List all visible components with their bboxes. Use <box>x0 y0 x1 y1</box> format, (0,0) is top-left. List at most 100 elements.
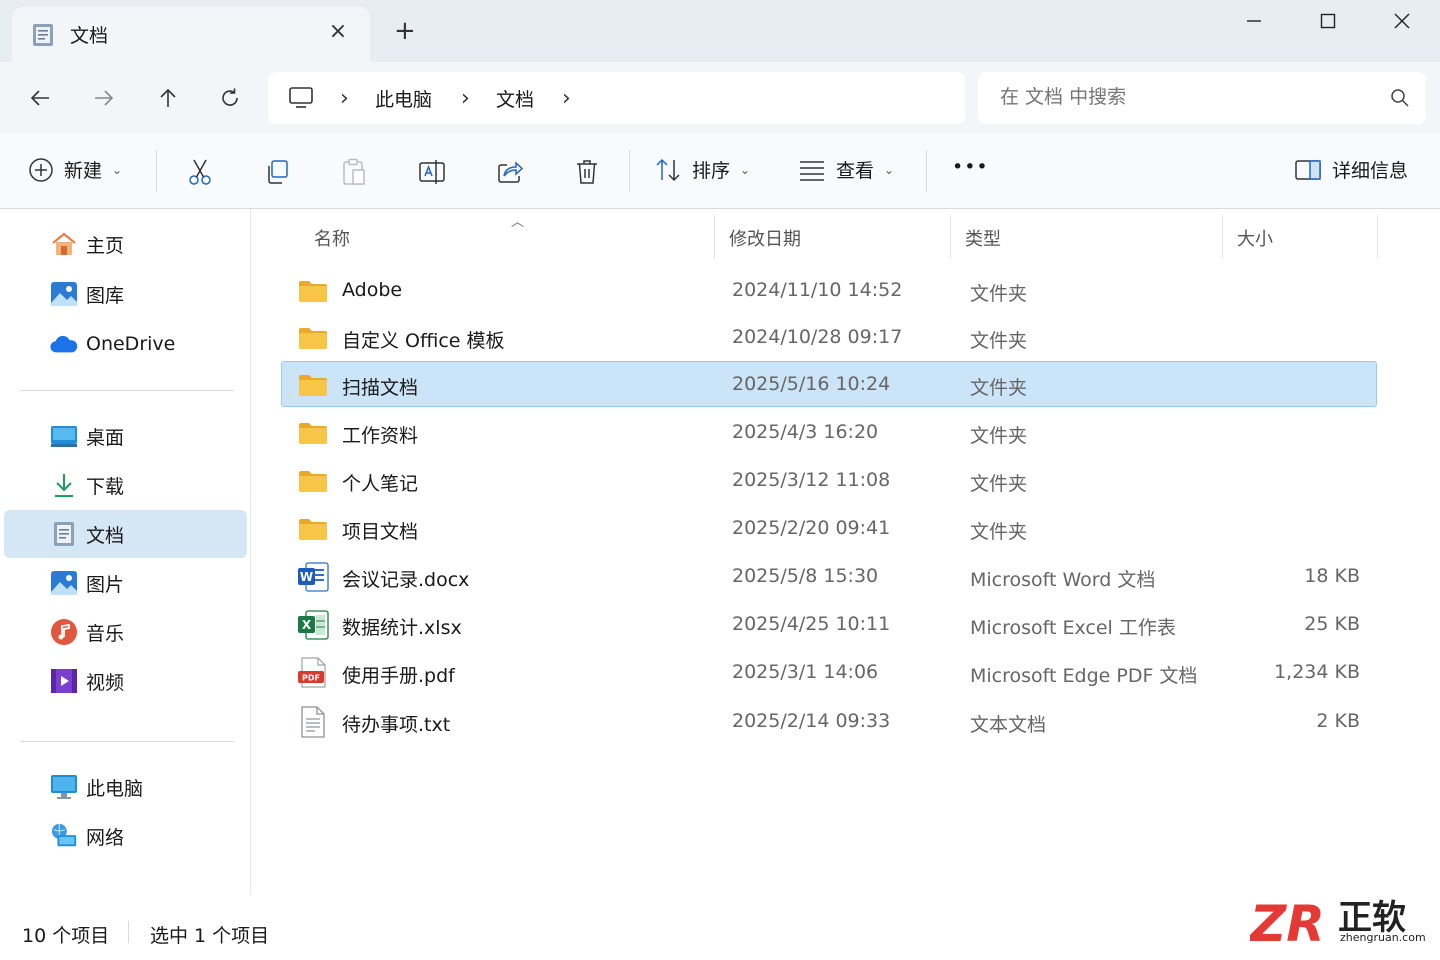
search-icon[interactable] <box>1390 88 1410 112</box>
folder-icon <box>297 514 329 544</box>
file-type: Microsoft Excel 工作表 <box>970 617 1176 639</box>
copy-icon <box>268 160 288 184</box>
file-type: Microsoft Edge PDF 文档 <box>970 665 1198 687</box>
sidebar-item-label: 桌面 <box>86 426 125 449</box>
search-input[interactable] <box>1000 86 1360 108</box>
close-window-button[interactable] <box>1382 6 1422 36</box>
tab-documents[interactable]: 文档 × <box>12 7 370 62</box>
sidebar-item-documents[interactable]: 文档 <box>4 510 247 558</box>
sidebar-item-onedrive[interactable]: OneDrive <box>4 320 247 368</box>
column-divider[interactable] <box>1222 215 1223 259</box>
sort-button[interactable]: 排序 ⌄ <box>654 156 750 183</box>
file-row[interactable]: 项目文档 2025/2/20 09:41 文件夹 <box>281 505 1377 551</box>
sidebar-item-music[interactable]: 音乐 <box>4 608 247 656</box>
share-button[interactable] <box>494 156 526 188</box>
new-tab-button[interactable]: + <box>394 18 416 44</box>
file-date: 2024/10/28 09:17 <box>732 326 903 348</box>
sort-ascending-icon: ︿ <box>511 215 525 230</box>
file-name: 工作资料 <box>342 425 419 447</box>
details-pane-button[interactable]: 详细信息 <box>1294 156 1408 183</box>
file-row[interactable]: 自定义 Office 模板 2024/10/28 09:17 文件夹 <box>281 314 1377 360</box>
file-row[interactable]: W 会议记录.docx 2025/5/8 15:30 Microsoft Wor… <box>281 553 1377 599</box>
minimize-icon <box>1247 20 1261 22</box>
sidebar-item-network[interactable]: 网络 <box>4 812 247 860</box>
file-name: 个人笔记 <box>342 473 419 495</box>
sidebar-item-videos[interactable]: 视频 <box>4 657 247 705</box>
more-options-button[interactable]: ••• <box>952 156 989 178</box>
column-divider[interactable] <box>950 215 951 259</box>
address-bar[interactable]: › 此电脑 › 文档 › <box>268 72 965 124</box>
file-type: 文件夹 <box>970 330 1028 352</box>
file-date: 2025/2/14 09:33 <box>732 710 891 732</box>
minimize-button[interactable] <box>1234 6 1274 36</box>
chevron-right-icon[interactable]: › <box>562 86 571 111</box>
file-name: 会议记录.docx <box>342 569 470 591</box>
svg-text:zhengruan.com: zhengruan.com <box>1340 931 1426 944</box>
breadcrumb-this-pc[interactable]: 此电脑 <box>375 85 432 112</box>
tab-close-button[interactable]: × <box>326 21 350 43</box>
file-row[interactable]: X 数据统计.xlsx 2025/4/25 10:11 Microsoft Ex… <box>281 601 1377 647</box>
file-row[interactable]: Adobe 2024/11/10 14:52 文件夹 <box>281 267 1377 313</box>
title-bar: 文档 × + <box>0 0 1440 62</box>
cut-button[interactable] <box>184 156 216 188</box>
file-name: 项目文档 <box>342 521 419 543</box>
paste-button[interactable] <box>338 156 370 188</box>
up-button[interactable] <box>152 82 184 114</box>
delete-button[interactable] <box>571 156 603 188</box>
column-divider[interactable] <box>714 215 715 259</box>
column-divider[interactable] <box>1377 215 1378 259</box>
breadcrumb-documents[interactable]: 文档 <box>496 85 534 112</box>
paste-icon <box>343 158 365 185</box>
refresh-button[interactable] <box>214 82 246 114</box>
chevron-right-icon[interactable]: › <box>461 86 470 111</box>
home-icon <box>50 230 78 258</box>
refresh-icon <box>222 88 238 106</box>
folder-icon <box>297 276 329 306</box>
chevron-right-icon[interactable]: › <box>340 86 349 111</box>
sidebar-item-label: 图片 <box>86 573 125 596</box>
maximize-button[interactable] <box>1308 6 1348 36</box>
file-row[interactable]: 个人笔记 2025/3/12 11:08 文件夹 <box>281 457 1377 503</box>
sidebar-item-pictures[interactable]: 图片 <box>4 559 247 607</box>
copy-button[interactable] <box>261 156 293 188</box>
sidebar-item-home[interactable]: 主页 <box>4 220 247 268</box>
sidebar-item-desktop[interactable]: 桌面 <box>4 412 247 460</box>
file-row-selected[interactable]: 扫描文档 2025/5/16 10:24 文件夹 <box>281 361 1377 407</box>
file-date: 2024/11/10 14:52 <box>732 279 903 301</box>
column-header-type[interactable]: 类型 <box>965 225 1001 251</box>
file-row[interactable]: PDF 使用手册.pdf 2025/3/1 14:06 Microsoft Ed… <box>281 649 1377 695</box>
new-button[interactable]: 新建 ⌄ <box>28 156 122 183</box>
file-type: 文件夹 <box>970 521 1028 543</box>
file-date: 2025/5/8 15:30 <box>732 565 879 587</box>
sidebar-item-downloads[interactable]: 下载 <box>4 461 247 509</box>
column-header-name[interactable]: 名称 <box>314 225 350 251</box>
details-label: 详细信息 <box>1332 160 1409 182</box>
file-name: 扫描文档 <box>342 377 419 399</box>
search-box[interactable] <box>978 72 1426 124</box>
file-type: 文件夹 <box>970 473 1028 495</box>
command-bar: 新建 ⌄ 排序 ⌄ 查看 ⌄ ••• 详细信息 <box>0 134 1440 209</box>
file-type: 文件夹 <box>970 283 1028 305</box>
column-header-modified[interactable]: 修改日期 <box>729 225 801 251</box>
file-name: Adobe <box>342 279 403 301</box>
view-button[interactable]: 查看 ⌄ <box>798 156 894 183</box>
sidebar-item-gallery[interactable]: 图库 <box>4 270 247 318</box>
file-row[interactable]: 工作资料 2025/4/3 16:20 文件夹 <box>281 409 1377 455</box>
navigation-bar: › 此电脑 › 文档 › <box>0 62 1440 134</box>
sidebar-item-label: 主页 <box>86 234 125 257</box>
watermark-logo: ZR 正软 zhengruan.com <box>1248 895 1440 955</box>
sidebar-item-label: 文档 <box>86 524 125 547</box>
item-count: 10 个项目 <box>22 925 110 947</box>
rename-button[interactable] <box>416 156 448 188</box>
back-button[interactable] <box>24 82 56 114</box>
folder-icon <box>297 466 329 496</box>
share-icon <box>498 161 524 183</box>
sidebar-item-this-pc[interactable]: 此电脑 <box>4 763 247 811</box>
sidebar-item-label: 视频 <box>86 671 125 694</box>
column-header-size[interactable]: 大小 <box>1237 225 1273 251</box>
download-icon <box>50 471 78 499</box>
sidebar-item-label: 此电脑 <box>86 777 144 800</box>
file-row[interactable]: 待办事项.txt 2025/2/14 09:33 文本文档 2 KB <box>281 698 1377 744</box>
forward-button[interactable] <box>88 82 120 114</box>
file-name: 待办事项.txt <box>342 714 451 736</box>
